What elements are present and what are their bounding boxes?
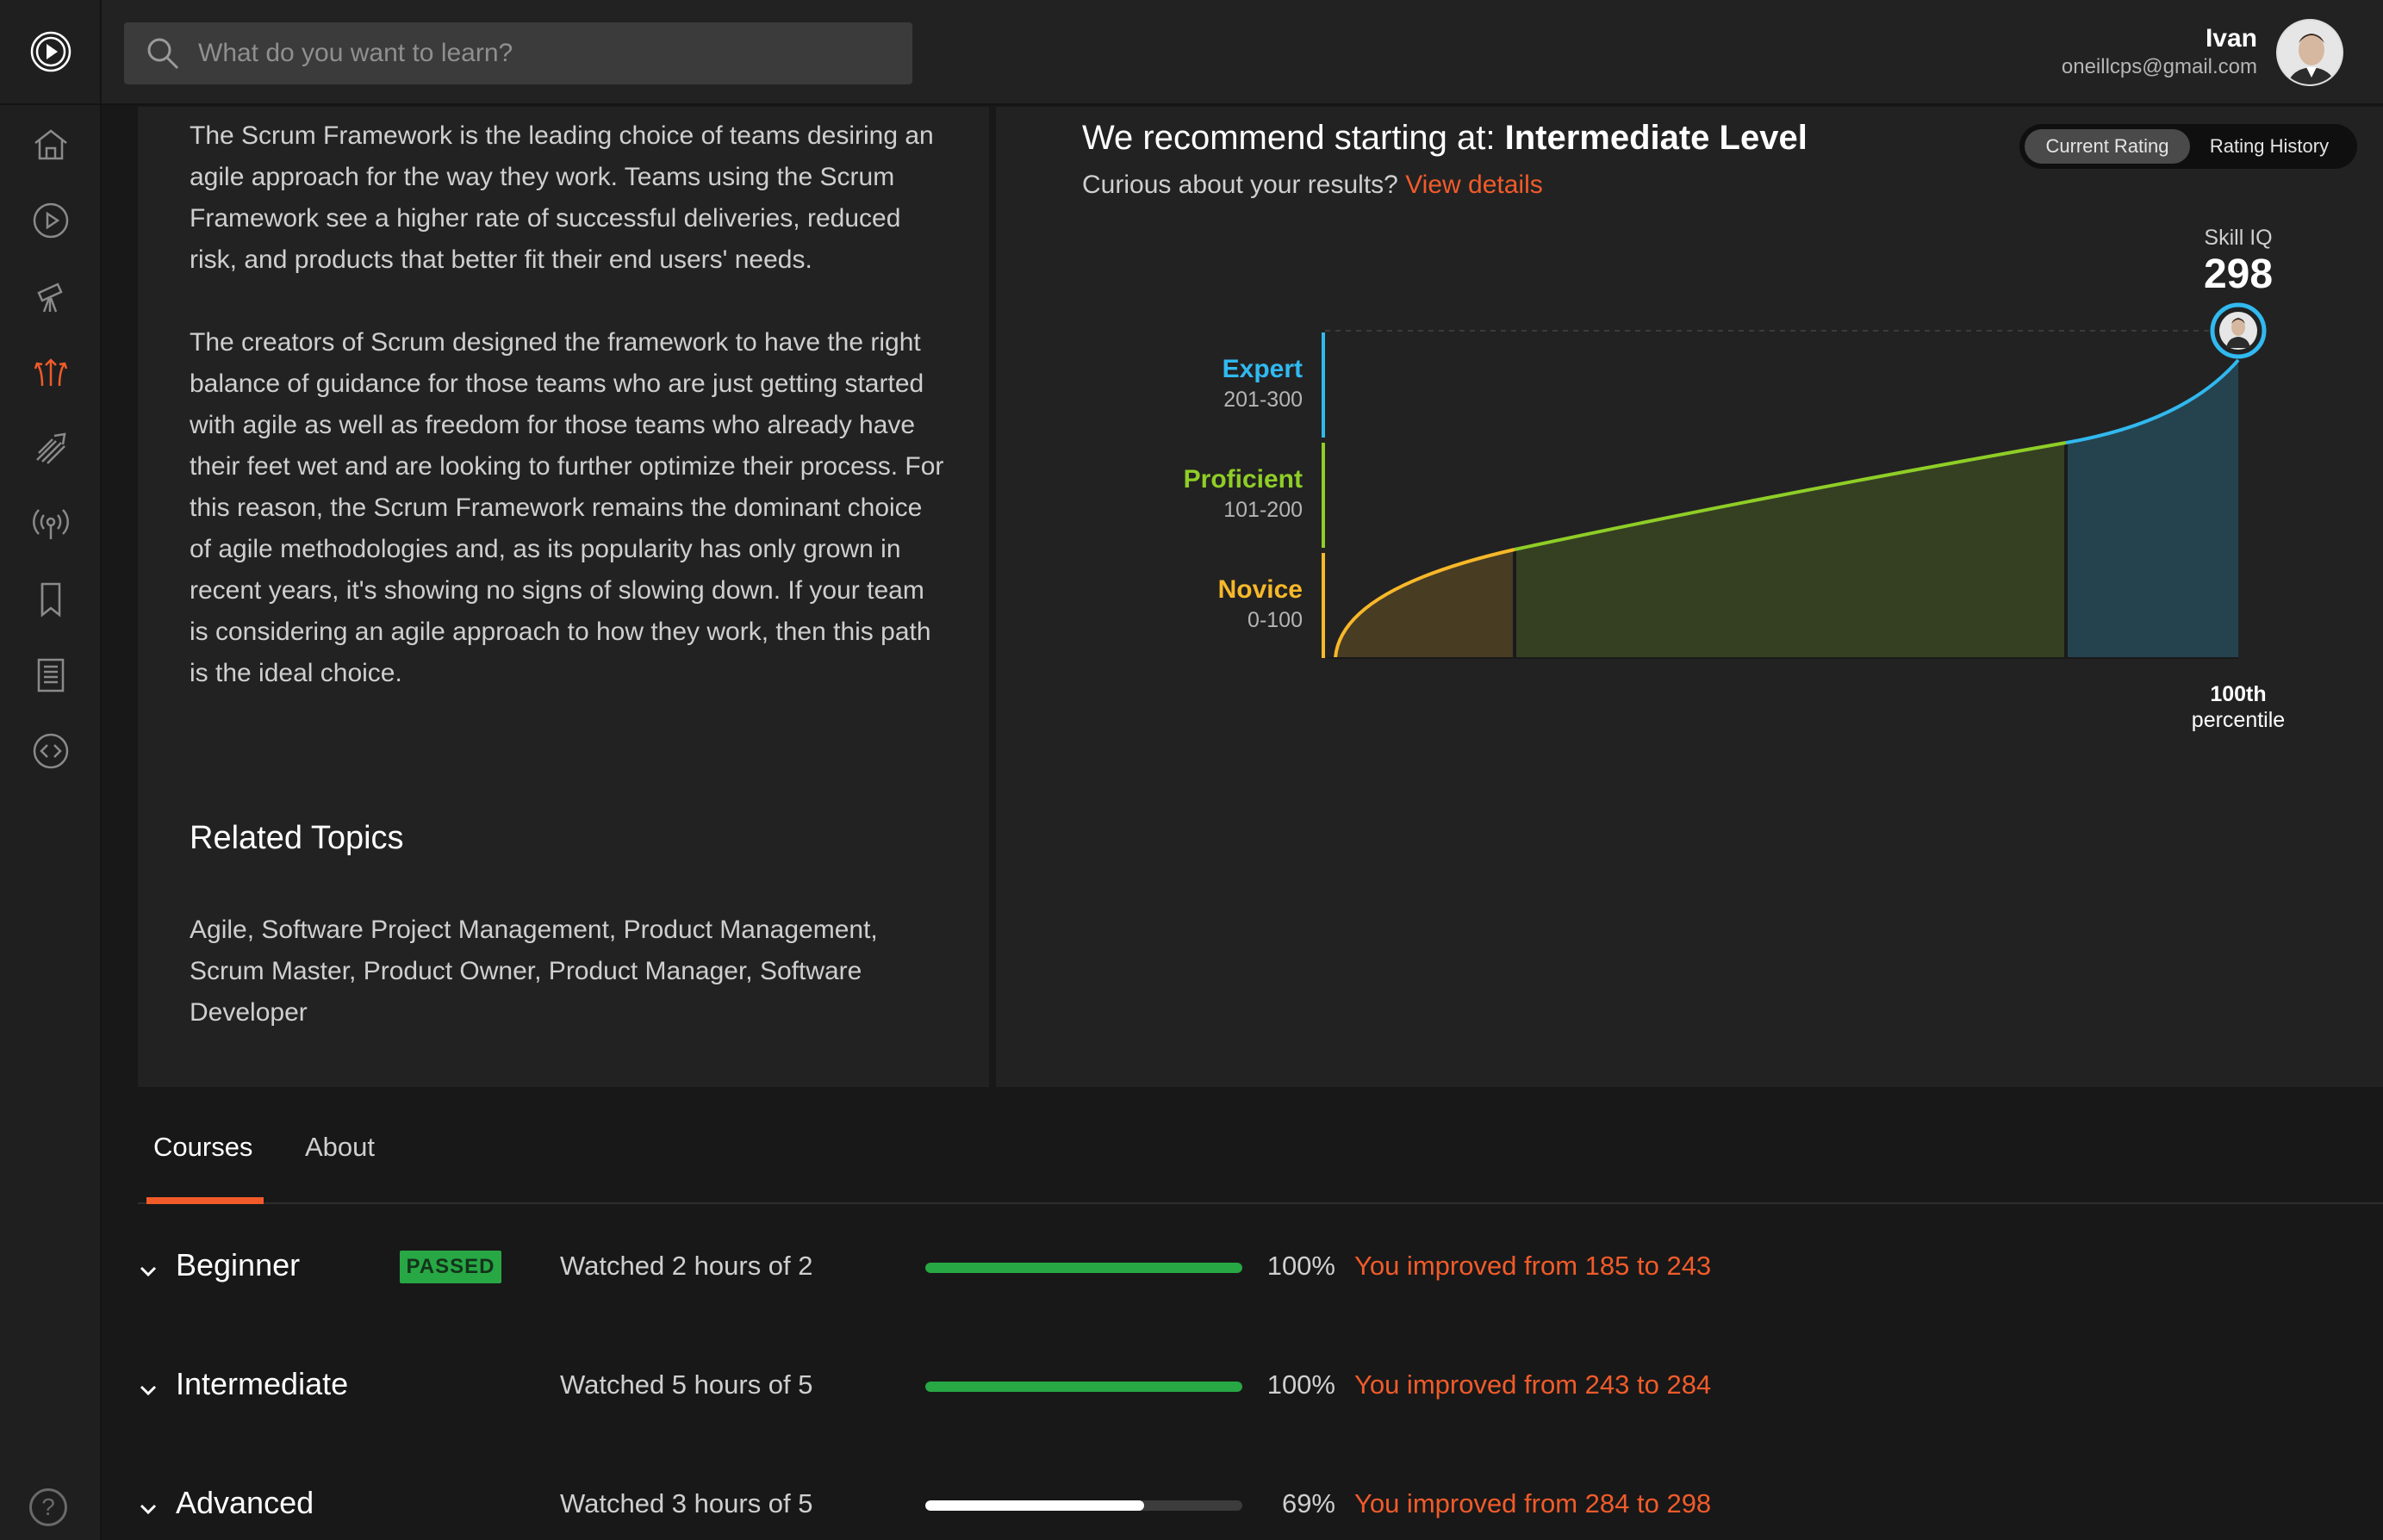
skills-icon[interactable]	[25, 422, 77, 474]
progress-bar	[925, 1382, 1242, 1392]
improvement-text: You improved from 243 to 284	[1354, 1369, 1712, 1400]
skill-iq-chart: Expert 201-300 Proficient 101-200 Novice…	[1184, 226, 2286, 732]
chevron-down-icon[interactable]	[138, 1261, 159, 1282]
chevron-down-icon[interactable]	[138, 1380, 159, 1400]
progress-fill	[925, 1382, 1242, 1392]
progress-bar	[925, 1263, 1242, 1273]
progress-bar	[925, 1500, 1242, 1511]
tab-about[interactable]: About	[305, 1132, 375, 1163]
progress-fill	[925, 1500, 1144, 1511]
improvement-text: You improved from 185 to 243	[1354, 1251, 1712, 1281]
watched-text: Watched 5 hours of 5	[560, 1369, 813, 1400]
top-bar: Ivan oneillcps@gmail.com	[102, 0, 2383, 105]
tab-courses[interactable]: Courses	[153, 1132, 252, 1163]
description-paragraph-1: The Scrum Framework is the leading choic…	[190, 121, 934, 274]
paths-icon[interactable]	[25, 346, 77, 398]
home-icon[interactable]	[25, 119, 77, 171]
progress-fill	[925, 1263, 1242, 1273]
skill-iq-label: Skill IQ	[2204, 226, 2272, 250]
watched-text: Watched 2 hours of 2	[560, 1251, 813, 1281]
passed-badge: PASSED	[400, 1251, 501, 1283]
telescope-icon[interactable]	[25, 270, 77, 322]
notebook-icon[interactable]	[25, 649, 77, 701]
improvement-text: You improved from 284 to 298	[1354, 1488, 1712, 1518]
avatar[interactable]	[2276, 19, 2343, 86]
play-icon[interactable]	[25, 195, 77, 246]
band-label-expert: Expert	[1223, 355, 1303, 383]
band-range-proficient: 101-200	[1223, 498, 1303, 522]
band-range-novice: 0-100	[1247, 608, 1303, 632]
user-name[interactable]: Ivan	[2206, 24, 2257, 53]
description-text: The Scrum Framework is the leading choic…	[190, 115, 948, 736]
search-box	[124, 22, 912, 84]
novice-area	[1335, 550, 1515, 658]
percentile-label: percentile	[2192, 708, 2285, 732]
band-label-proficient: Proficient	[1184, 465, 1303, 494]
course-level[interactable]: Advanced	[176, 1485, 314, 1521]
active-tab-indicator	[146, 1197, 264, 1204]
progress-percent: 69%	[1281, 1488, 1335, 1518]
sidebar: ?	[0, 0, 102, 1540]
course-tabs: Courses About	[138, 1087, 2383, 1204]
percentile-value: 100th	[2210, 682, 2266, 706]
progress-percent: 100%	[1266, 1369, 1335, 1400]
band-range-expert: 201-300	[1223, 388, 1303, 412]
code-icon[interactable]	[25, 725, 77, 777]
logo[interactable]	[0, 0, 102, 105]
course-row-intermediate[interactable]: Intermediate Watched 5 hours of 5 100% Y…	[138, 1366, 2383, 1426]
proficient-area	[1515, 443, 2066, 658]
progress-percent: 100%	[1266, 1251, 1335, 1281]
course-level[interactable]: Beginner	[176, 1247, 300, 1283]
skill-iq-panel: We recommend starting at: Intermediate L…	[996, 107, 2383, 1087]
course-level[interactable]: Intermediate	[176, 1366, 348, 1402]
skill-iq-value: 298	[2204, 251, 2273, 297]
user-email: oneillcps@gmail.com	[2061, 55, 2257, 78]
search-input[interactable]	[198, 39, 870, 68]
bookmark-icon[interactable]	[25, 574, 77, 625]
expert-area	[2066, 360, 2238, 658]
watched-text: Watched 3 hours of 5	[560, 1488, 813, 1518]
skill-iq-marker[interactable]	[2210, 302, 2267, 359]
help-icon[interactable]: ?	[29, 1488, 67, 1526]
course-row-advanced[interactable]: Advanced Watched 3 hours of 5 69% You im…	[138, 1485, 2383, 1540]
course-row-beginner[interactable]: Beginner PASSED Watched 2 hours of 2 100…	[138, 1247, 2383, 1307]
chevron-down-icon[interactable]	[138, 1499, 159, 1519]
related-topics-title: Related Topics	[190, 820, 404, 856]
broadcast-icon[interactable]	[25, 498, 77, 550]
description-paragraph-2: The creators of Scrum designed the frame…	[190, 328, 944, 687]
search-icon	[147, 38, 179, 70]
description-panel: The Scrum Framework is the leading choic…	[138, 107, 989, 1087]
pluralsight-logo-icon	[30, 31, 72, 72]
band-label-novice: Novice	[1218, 575, 1303, 604]
related-topics-list: Agile, Software Project Management, Prod…	[190, 916, 878, 1027]
